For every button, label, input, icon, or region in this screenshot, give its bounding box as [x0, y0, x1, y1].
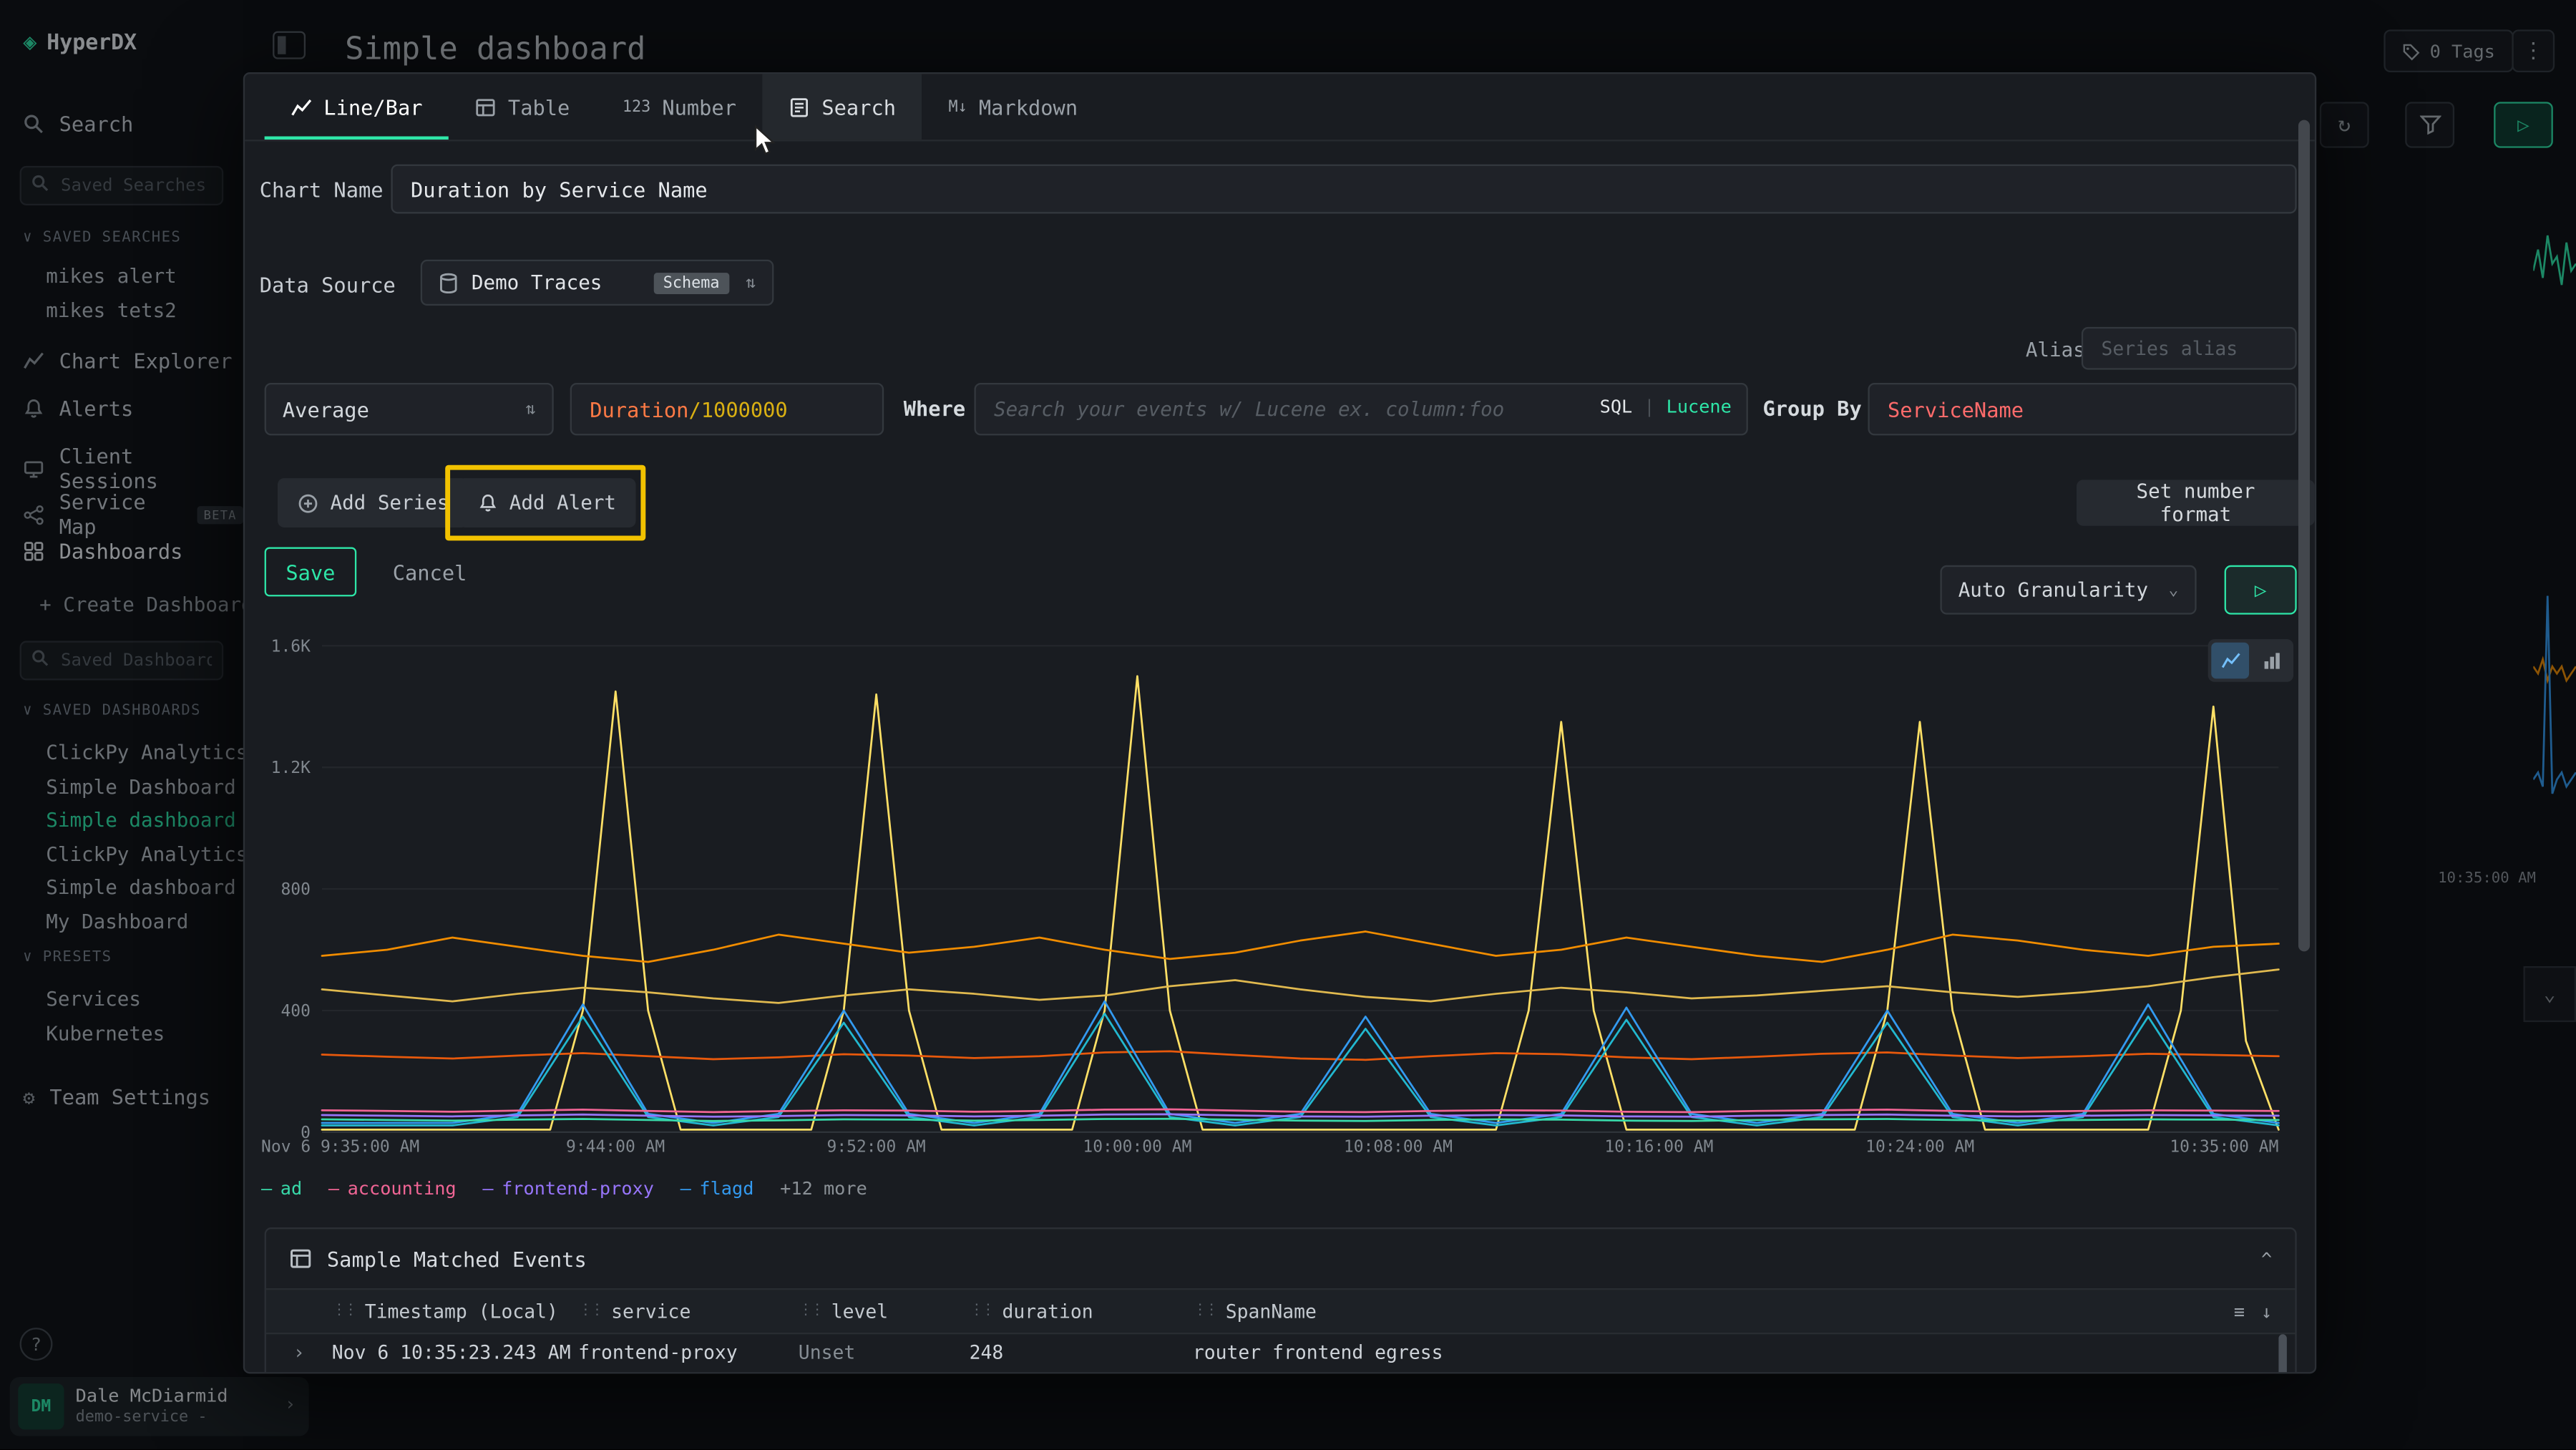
- chart-x-axis: Nov 6 9:35:00 AM 9:44:00 AM 9:52:00 AM 10:0…: [261, 1139, 2297, 1162]
- where-field: SQL | Lucene: [974, 383, 1747, 435]
- mouse-cursor: [754, 125, 781, 157]
- add-series-button[interactable]: Add Series: [278, 478, 469, 527]
- x-axis-tick: 10:35:00 AM: [2170, 1139, 2278, 1157]
- add-alert-button[interactable]: Add Alert: [459, 478, 636, 527]
- sample-events-panel: Sample Matched Events ^ ⋮⋮Timestamp (Loc…: [265, 1227, 2297, 1373]
- bar-view-button[interactable]: [2253, 643, 2290, 679]
- x-axis-tick: 10:16:00 AM: [1604, 1139, 1713, 1157]
- mode-divider: |: [1644, 396, 1654, 417]
- legend-item[interactable]: —frontend-proxy: [482, 1178, 654, 1200]
- group-by-input[interactable]: [1868, 383, 2296, 435]
- legend-item[interactable]: —accounting: [328, 1178, 457, 1200]
- run-chart-button[interactable]: ▷: [2225, 565, 2297, 615]
- panel-title: Sample Matched Events: [327, 1246, 587, 1270]
- sql-mode-button[interactable]: SQL: [1600, 396, 1633, 417]
- svg-text:800: 800: [280, 880, 310, 899]
- column-header[interactable]: ⋮⋮level: [799, 1300, 970, 1323]
- row-density-icon[interactable]: ≡: [2234, 1300, 2245, 1322]
- table-scrollbar[interactable]: [2278, 1334, 2286, 1373]
- x-axis-tick: 10:24:00 AM: [1865, 1139, 1974, 1157]
- drag-handle-icon[interactable]: ⋮⋮: [970, 1303, 992, 1320]
- x-axis-tick: Nov 6 9:35:00 AM: [261, 1139, 419, 1157]
- tab-number[interactable]: 123 Number: [596, 74, 763, 140]
- tab-line-bar[interactable]: Line/Bar: [265, 74, 449, 140]
- document-icon: [789, 96, 810, 117]
- legend-more[interactable]: +12 more: [780, 1178, 867, 1200]
- expand-row-icon[interactable]: ›: [266, 1340, 332, 1363]
- x-axis-tick: 9:52:00 AM: [827, 1139, 926, 1157]
- app-window: ◈ HyperDX Search ∨ SAVED SEARCHES mikes …: [0, 0, 2576, 1449]
- alias-input[interactable]: [2082, 327, 2297, 370]
- svg-text:1.2K: 1.2K: [271, 759, 311, 777]
- legend-item[interactable]: —flagd: [680, 1178, 754, 1200]
- cancel-button[interactable]: Cancel: [393, 548, 467, 597]
- table-icon: [475, 96, 497, 117]
- granularity-select[interactable]: Auto Granularity ⌄: [1940, 565, 2196, 615]
- plus-circle-icon: [298, 492, 319, 514]
- event-row[interactable]: ›Nov 6 10:35:23.243 AMfrontend-proxyUnse…: [266, 1371, 2295, 1374]
- field-expression-input[interactable]: Duration/1000000: [570, 383, 884, 435]
- where-label: Where: [904, 396, 965, 420]
- legend-item[interactable]: —ad: [261, 1178, 302, 1200]
- save-button[interactable]: Save: [265, 548, 357, 597]
- aggregation-select[interactable]: Average ⇅: [265, 383, 554, 435]
- data-source-select[interactable]: Demo Traces Schema ⇅: [421, 260, 774, 306]
- database-icon: [439, 272, 459, 293]
- line-chart-icon: [291, 96, 312, 117]
- drag-handle-icon[interactable]: ⋮⋮: [799, 1303, 821, 1320]
- line-view-button[interactable]: [2211, 643, 2249, 679]
- updown-icon: ⇅: [746, 273, 756, 291]
- group-by-label: Group By: [1763, 396, 1862, 420]
- number-icon: 123: [623, 98, 650, 116]
- set-number-format-button[interactable]: Set number format: [2077, 480, 2315, 525]
- download-icon[interactable]: ↓: [2261, 1300, 2272, 1322]
- chart-name-label: Chart Name: [260, 177, 384, 202]
- tab-markdown[interactable]: M↓ Markdown: [922, 74, 1104, 140]
- tab-search[interactable]: Search: [763, 74, 922, 140]
- x-axis-tick: 10:00:00 AM: [1083, 1139, 1191, 1157]
- chart-editor-modal: Line/Bar Table 123 Number Search M↓ Mark…: [243, 72, 2316, 1373]
- updown-icon: ⇅: [526, 400, 536, 418]
- svg-text:1.6K: 1.6K: [271, 637, 311, 656]
- column-header[interactable]: ⋮⋮Timestamp (Local): [332, 1300, 578, 1323]
- column-header[interactable]: ⋮⋮service: [578, 1300, 799, 1323]
- column-header[interactable]: ⋮⋮duration: [970, 1300, 1193, 1323]
- svg-text:400: 400: [280, 1002, 310, 1021]
- alias-label: Alias: [2026, 339, 2085, 361]
- chevron-down-icon: ⌄: [2169, 581, 2179, 599]
- chart-type-tabs: Line/Bar Table 123 Number Search M↓ Mark…: [245, 74, 2315, 141]
- markdown-icon: M↓: [949, 98, 967, 116]
- tab-table[interactable]: Table: [449, 74, 596, 140]
- column-header[interactable]: ⋮⋮SpanName: [1193, 1300, 2154, 1323]
- schema-badge: Schema: [653, 272, 729, 293]
- drag-handle-icon[interactable]: ⋮⋮: [332, 1303, 355, 1320]
- x-axis-tick: 10:08:00 AM: [1344, 1139, 1453, 1157]
- panel-icon: [289, 1247, 312, 1270]
- modal-scrollbar[interactable]: [2298, 120, 2310, 952]
- data-source-label: Data Source: [260, 273, 396, 297]
- chart-display-toggle: [2208, 639, 2293, 682]
- chart-legend[interactable]: —ad —accounting —frontend-proxy —flagd +12 m…: [261, 1170, 893, 1202]
- event-row[interactable]: ›Nov 6 10:35:23.243 AMfrontend-proxyUnse…: [266, 1334, 2295, 1371]
- x-axis-tick: 9:44:00 AM: [566, 1139, 665, 1157]
- collapse-panel-button[interactable]: ^: [2261, 1248, 2272, 1270]
- duration-chart[interactable]: 04008001.2K1.6K: [261, 633, 2297, 1145]
- drag-handle-icon[interactable]: ⋮⋮: [1193, 1303, 1216, 1320]
- lucene-mode-button[interactable]: Lucene: [1667, 396, 1732, 417]
- bell-icon: [478, 493, 498, 513]
- drag-handle-icon[interactable]: ⋮⋮: [578, 1303, 601, 1320]
- chart-name-input[interactable]: [391, 165, 2296, 214]
